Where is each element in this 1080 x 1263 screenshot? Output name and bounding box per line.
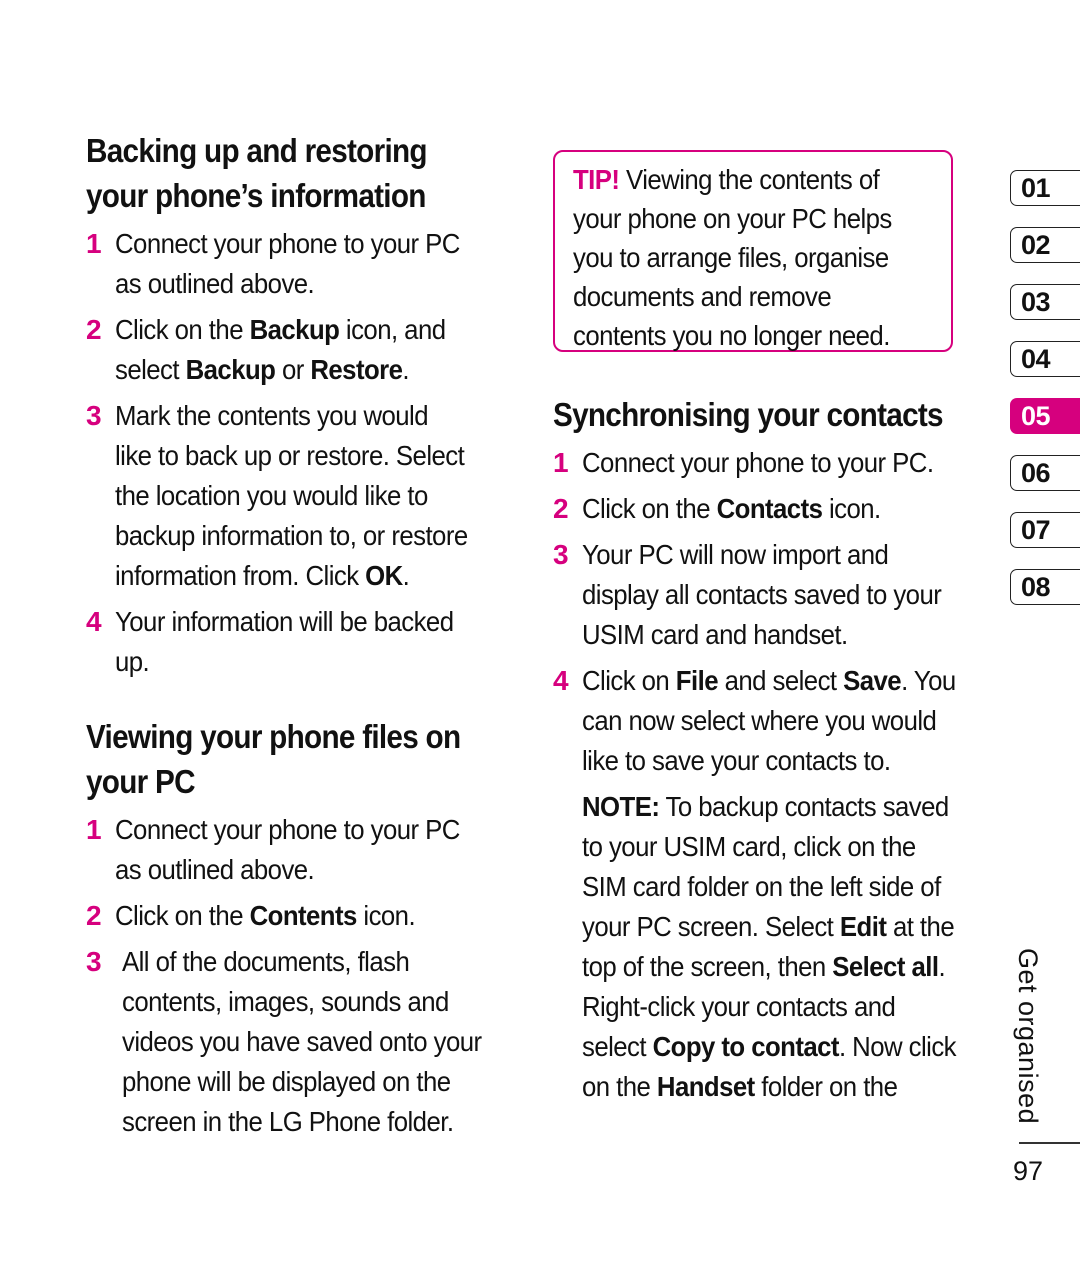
step-number: 3 bbox=[553, 539, 569, 570]
sync-steps: 1 Connect your phone to your PC. 2 Click… bbox=[553, 443, 988, 781]
page-divider bbox=[1019, 1142, 1080, 1144]
sync-step-3: 3 Your PC will now import and display al… bbox=[553, 535, 988, 655]
step-number: 2 bbox=[553, 493, 569, 524]
chapter-tab-07[interactable]: 07 bbox=[1010, 512, 1080, 548]
viewing-heading: Viewing your phone files on your PC bbox=[86, 718, 461, 800]
chapter-tab-06[interactable]: 06 bbox=[1010, 455, 1080, 491]
sync-step-1: 1 Connect your phone to your PC. bbox=[553, 443, 988, 483]
chapter-tab-01[interactable]: 01 bbox=[1010, 170, 1080, 206]
chapter-tab-08[interactable]: 08 bbox=[1010, 569, 1080, 605]
backup-section: Backing up and restoring your phone’s in… bbox=[86, 128, 526, 682]
viewing-steps: 1 Connect your phone to your PC as outli… bbox=[86, 810, 526, 1142]
middle-column: TIP! Viewing the contents of your phone … bbox=[553, 150, 988, 1107]
viewing-step-3: 3 All of the documents, flash contents, … bbox=[86, 942, 526, 1142]
step-number: 2 bbox=[86, 314, 102, 345]
sync-step-4: 4 Click on File and select Save. You can… bbox=[553, 661, 988, 781]
page-number: 97 bbox=[1013, 1156, 1044, 1186]
note-block: NOTE: To backup contacts saved to your U… bbox=[582, 791, 957, 1102]
viewing-section: Viewing your phone files on your PC 1 Co… bbox=[86, 714, 526, 1142]
step-number: 4 bbox=[553, 665, 569, 696]
sync-step-2: 2 Click on the Contacts icon. bbox=[553, 489, 988, 529]
chapter-tab-05[interactable]: 05 bbox=[1010, 398, 1080, 434]
sync-section: Synchronising your contacts 1 Connect yo… bbox=[553, 392, 988, 1107]
step-number: 3 bbox=[86, 400, 102, 431]
tip-box: TIP! Viewing the contents of your phone … bbox=[553, 150, 953, 352]
backup-step-4: 4 Your information will be backed up. bbox=[86, 602, 526, 682]
step-number: 4 bbox=[86, 606, 102, 637]
backup-step-2: 2 Click on the Backup icon, and select B… bbox=[86, 310, 526, 390]
tip-label: TIP! bbox=[573, 164, 620, 195]
left-column: Backing up and restoring your phone’s in… bbox=[86, 128, 526, 1142]
viewing-step-1: 1 Connect your phone to your PC as outli… bbox=[86, 810, 526, 890]
chapter-tabs: 01 02 03 04 05 06 07 08 bbox=[1010, 170, 1080, 626]
section-label: Get organised bbox=[1013, 948, 1043, 1125]
viewing-step-2: 2 Click on the Contents icon. bbox=[86, 896, 526, 936]
backup-step-3: 3 Mark the contents you would like to ba… bbox=[86, 396, 526, 596]
chapter-tab-04[interactable]: 04 bbox=[1010, 341, 1080, 377]
step-number: 2 bbox=[86, 900, 102, 931]
step-number: 1 bbox=[86, 228, 102, 259]
backup-step-1: 1 Connect your phone to your PC as outli… bbox=[86, 224, 526, 304]
chapter-tab-03[interactable]: 03 bbox=[1010, 284, 1080, 320]
step-number: 1 bbox=[553, 447, 569, 478]
note-label: NOTE: bbox=[582, 791, 660, 822]
chapter-tab-02[interactable]: 02 bbox=[1010, 227, 1080, 263]
backup-heading: Backing up and restoring your phone’s in… bbox=[86, 132, 428, 214]
sync-heading: Synchronising your contacts bbox=[553, 396, 944, 433]
step-number: 3 bbox=[86, 946, 102, 977]
step-number: 1 bbox=[86, 814, 102, 845]
backup-steps: 1 Connect your phone to your PC as outli… bbox=[86, 224, 526, 682]
